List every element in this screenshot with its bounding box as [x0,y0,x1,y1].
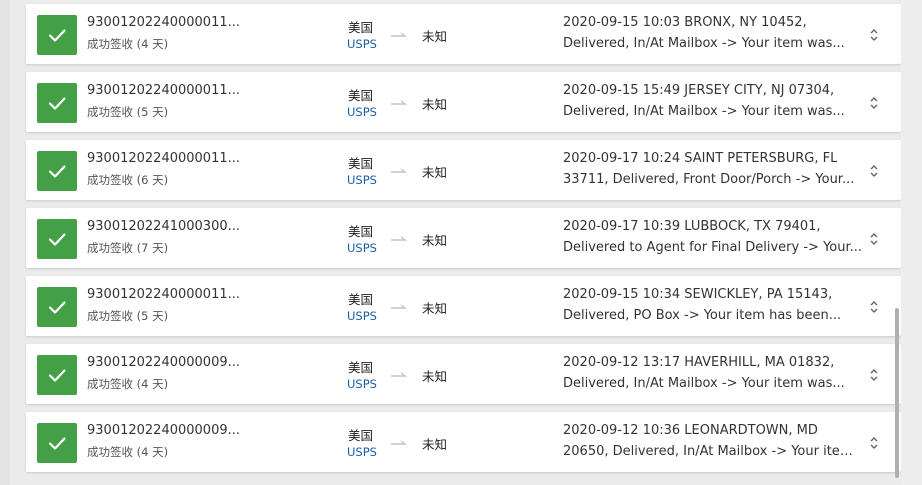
unfold-more-icon[interactable] [869,232,879,246]
delivered-check-icon [37,355,77,395]
scrollbar-thumb[interactable] [895,308,899,478]
left-panel-edge [0,0,10,485]
arrow-right-icon [391,100,408,105]
origin-country: 美国 [348,20,374,35]
latest-event-line2: Delivered to Agent for Final Delivery ->… [563,240,863,255]
tracking-number[interactable]: 93001202240000011... [87,15,240,30]
delivered-check-icon [37,151,77,191]
arrow-right-icon [391,304,408,309]
unfold-more-icon[interactable] [869,164,879,178]
latest-event-line1: 2020-09-15 10:03 BRONX, NY 10452, [563,15,807,30]
shipment-row[interactable]: 93001202240000009... 成功签收 (4 天) 美国 USPS … [26,344,901,404]
arrow-right-icon [391,372,408,377]
unfold-more-icon[interactable] [869,368,879,382]
unfold-more-icon[interactable] [869,300,879,314]
right-margin [901,0,922,485]
origin-country: 美国 [348,156,374,171]
delivered-check-icon [37,15,77,55]
shipment-row[interactable]: 93001202240000011... 成功签收 (5 天) 美国 USPS … [26,72,901,132]
latest-event-line1: 2020-09-12 10:36 LEONARDTOWN, MD [563,423,818,438]
destination-country: 未知 [422,29,448,44]
origin-country: 美国 [348,360,374,375]
shipment-list: 93001202240000011... 成功签收 (4 天) 美国 USPS … [26,4,901,480]
destination-country: 未知 [422,369,448,384]
latest-event-line1: 2020-09-15 15:49 JERSEY CITY, NJ 07304, [563,83,835,98]
delivery-status: 成功签收 (4 天) [87,445,169,459]
shipment-row[interactable]: 93001202240000011... 成功签收 (4 天) 美国 USPS … [26,4,901,64]
arrow-right-icon [391,32,408,37]
arrow-right-icon [391,236,408,241]
delivery-status: 成功签收 (5 天) [87,105,169,119]
latest-event-line2: Delivered, In/At Mailbox -> Your item wa… [563,36,845,51]
tracking-number[interactable]: 93001202240000011... [87,83,240,98]
carrier-link[interactable]: USPS [347,173,377,187]
arrow-right-icon [391,440,408,445]
latest-event-line1: 2020-09-12 13:17 HAVERHILL, MA 01832, [563,355,835,370]
delivery-status: 成功签收 (6 天) [87,173,169,187]
tracking-number[interactable]: 93001202240000009... [87,355,240,370]
destination-country: 未知 [422,233,448,248]
delivered-check-icon [37,83,77,123]
tracking-number[interactable]: 93001202240000011... [87,287,240,302]
delivered-check-icon [37,287,77,327]
latest-event-line1: 2020-09-17 10:39 LUBBOCK, TX 79401, [563,219,821,234]
latest-event-line1: 2020-09-15 10:34 SEWICKLEY, PA 15143, [563,287,833,302]
shipment-row[interactable]: 93001202240000011... 成功签收 (6 天) 美国 USPS … [26,140,901,200]
carrier-link[interactable]: USPS [347,377,377,391]
delivery-status: 成功签收 (5 天) [87,309,169,323]
destination-country: 未知 [422,437,448,452]
origin-country: 美国 [348,88,374,103]
carrier-link[interactable]: USPS [347,445,377,459]
carrier-link[interactable]: USPS [347,37,377,51]
destination-country: 未知 [422,97,448,112]
arrow-right-icon [391,168,408,173]
delivery-status: 成功签收 (7 天) [87,241,169,255]
latest-event-line2: 33711, Delivered, Front Door/Porch -> Yo… [563,172,855,187]
latest-event-line2: Delivered, PO Box -> Your item has been.… [563,308,842,323]
origin-country: 美国 [348,292,374,307]
delivered-check-icon [37,423,77,463]
carrier-link[interactable]: USPS [347,105,377,119]
carrier-link[interactable]: USPS [347,241,377,255]
destination-country: 未知 [422,301,448,316]
latest-event-line2: 20650, Delivered, In/At Mailbox -> Your … [563,444,863,459]
delivery-status: 成功签收 (4 天) [87,377,169,391]
origin-country: 美国 [348,428,374,443]
unfold-more-icon[interactable] [869,436,879,450]
tracking-number[interactable]: 93001202240000011... [87,151,240,166]
unfold-more-icon[interactable] [869,96,879,110]
latest-event-line2: Delivered, In/At Mailbox -> Your item wa… [563,104,845,119]
delivery-status: 成功签收 (4 天) [87,37,169,51]
tracking-number[interactable]: 93001202241000300... [87,219,240,234]
origin-country: 美国 [348,224,374,239]
tracking-number[interactable]: 93001202240000009... [87,423,240,438]
latest-event-line2: Delivered, In/At Mailbox -> Your item wa… [563,376,845,391]
latest-event-line1: 2020-09-17 10:24 SAINT PETERSBURG, FL [563,151,838,166]
unfold-more-icon[interactable] [869,28,879,42]
shipment-row[interactable]: 93001202240000011... 成功签收 (5 天) 美国 USPS … [26,276,901,336]
shipment-row[interactable]: 93001202240000009... 成功签收 (4 天) 美国 USPS … [26,412,901,472]
carrier-link[interactable]: USPS [347,309,377,323]
delivered-check-icon [37,219,77,259]
destination-country: 未知 [422,165,448,180]
shipment-row[interactable]: 93001202241000300... 成功签收 (7 天) 美国 USPS … [26,208,901,268]
